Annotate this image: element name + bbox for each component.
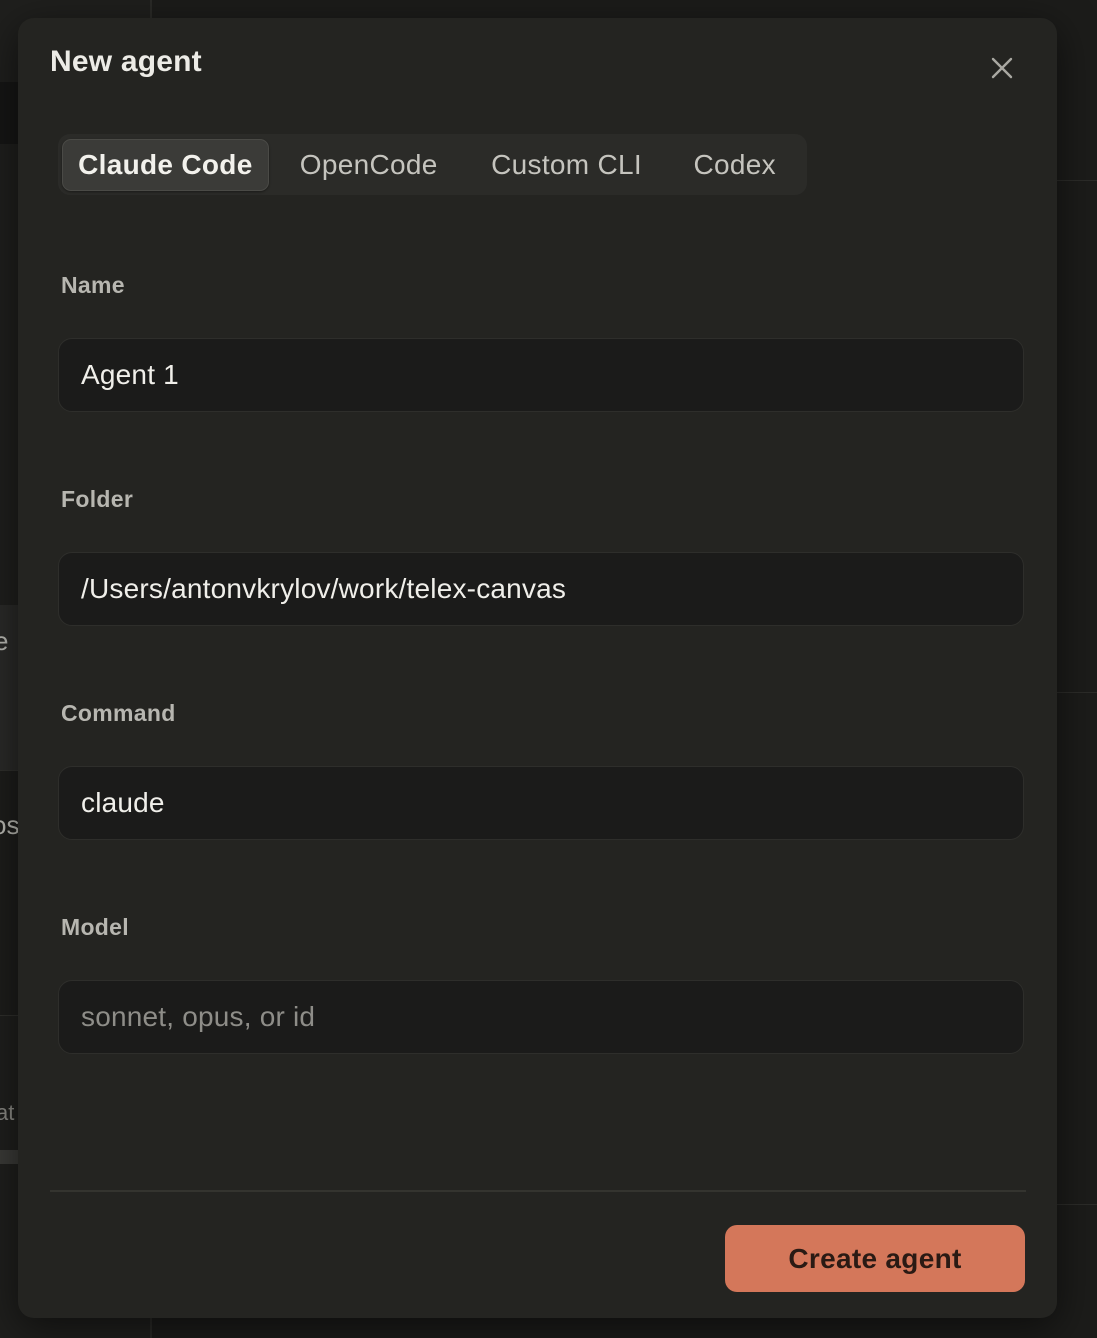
- footer-divider: [50, 1190, 1026, 1192]
- close-button[interactable]: [982, 48, 1022, 88]
- agent-type-tabs: Claude Code OpenCode Custom CLI Codex: [58, 134, 807, 195]
- create-agent-button[interactable]: Create agent: [725, 1225, 1025, 1292]
- background-divider: [1057, 180, 1097, 181]
- background-text-fragment: os: [0, 810, 20, 840]
- folder-input[interactable]: [58, 552, 1024, 626]
- command-label: Command: [61, 700, 176, 726]
- background-divider: [1057, 1204, 1097, 1205]
- tab-custom-cli[interactable]: Custom CLI: [469, 139, 665, 191]
- command-input[interactable]: [58, 766, 1024, 840]
- name-label: Name: [61, 272, 125, 298]
- model-label: Model: [61, 914, 129, 940]
- close-icon: [991, 57, 1013, 79]
- tab-opencode[interactable]: OpenCode: [271, 139, 467, 191]
- background-text-fragment: e: [0, 626, 9, 656]
- tab-codex[interactable]: Codex: [666, 139, 803, 191]
- tab-claude-code[interactable]: Claude Code: [62, 138, 269, 191]
- background-text-fragment: at: [0, 1100, 15, 1125]
- name-input[interactable]: [58, 338, 1024, 412]
- folder-label: Folder: [61, 486, 134, 512]
- background-divider: [1057, 692, 1097, 693]
- dialog-title: New agent: [50, 45, 202, 78]
- new-agent-dialog: New agent Claude Code OpenCode Custom CL…: [18, 18, 1057, 1318]
- model-input[interactable]: [58, 980, 1024, 1054]
